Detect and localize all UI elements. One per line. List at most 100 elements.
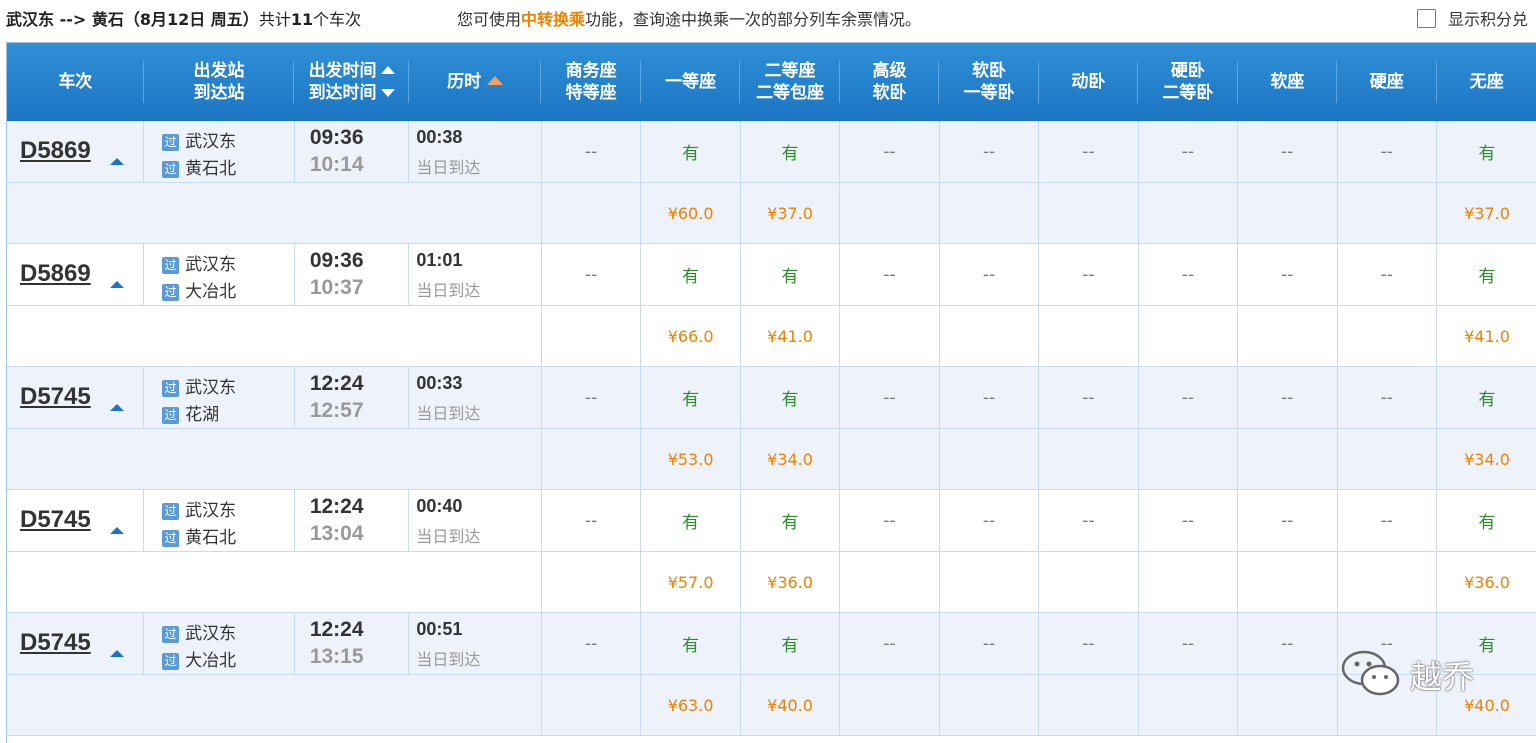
from-station: 过武汉东	[162, 127, 236, 152]
seat-no-seat-price: ¥36.0	[1437, 552, 1536, 613]
stops-toggle-icon[interactable]	[110, 158, 124, 165]
train-number-link[interactable]: D5745	[20, 629, 91, 657]
train-row[interactable]: D5745过武汉东过花湖12:2412:5700:33当日到达--有有-----…	[7, 367, 1536, 429]
arrive-time: 12:57	[310, 399, 364, 423]
seat-second-price: ¥41.0	[740, 306, 839, 367]
col-duration[interactable]: 历时	[409, 43, 542, 121]
sort-duration-icon[interactable]	[487, 76, 503, 85]
seat-second-availability[interactable]: 有	[740, 244, 839, 306]
depart-time: 09:36	[310, 126, 364, 150]
col-business-b: 特等座	[541, 82, 640, 104]
seat-second-availability[interactable]: 有	[740, 121, 839, 183]
col-times[interactable]: 出发时间到达时间	[294, 43, 409, 121]
seat-moving-sleeper-price	[1039, 429, 1138, 490]
watermark-text: 越乔	[1410, 652, 1474, 698]
seat-first-availability[interactable]: 有	[641, 367, 740, 429]
col-soft-seat: 软座	[1238, 43, 1337, 121]
seat-moving-sleeper-availability: --	[1039, 490, 1138, 552]
seat-no-seat-availability[interactable]: 有	[1437, 121, 1536, 183]
watermark: 越乔	[1338, 646, 1488, 700]
seat-no-seat-availability[interactable]: 有	[1437, 490, 1536, 552]
transfer-link[interactable]: 中转换乘	[521, 10, 585, 29]
price-row: ¥57.0¥36.0¥36.0	[7, 552, 1536, 613]
to-station-name: 花湖	[185, 405, 219, 425]
seat-second-availability[interactable]: 有	[740, 613, 839, 675]
seat-moving-sleeper-price	[1039, 552, 1138, 613]
train-number-link[interactable]: D5745	[20, 506, 91, 534]
times-cell: 09:3610:14	[294, 121, 409, 183]
stations-cell: 过武汉东过花湖	[144, 367, 295, 429]
seat-hard-sleeper-price	[1138, 675, 1237, 736]
seat-soft-seat-availability: --	[1238, 244, 1337, 306]
train-row[interactable]: D5869过武汉东过大冶北09:3610:3701:01当日到达--有有----…	[7, 244, 1536, 306]
seat-second-availability[interactable]: 有	[740, 490, 839, 552]
col-hard-seat: 硬座	[1337, 43, 1436, 121]
seat-soft-seat-price	[1238, 675, 1337, 736]
seat-soft-seat-availability: --	[1238, 121, 1337, 183]
seat-no-seat-price: ¥41.0	[1437, 306, 1536, 367]
train-cell[interactable]: D5745	[7, 613, 144, 675]
seat-deluxe-price	[840, 675, 939, 736]
seat-no-seat-availability[interactable]: 有	[1437, 367, 1536, 429]
sort-down-icon[interactable]	[381, 89, 395, 97]
col-hard-sleeper: 硬卧二等卧	[1138, 43, 1237, 121]
col-depart-label[interactable]: 出发时间	[309, 61, 377, 81]
pass-tag-icon: 过	[162, 380, 179, 397]
duration-value: 01:01	[416, 250, 462, 271]
seat-first-availability[interactable]: 有	[641, 244, 740, 306]
table-header-row: 车次 出发站到达站 出发时间到达时间 历时 商务座特等座 一等座 二等座二等包座…	[7, 43, 1536, 121]
train-results-table: 车次 出发站到达站 出发时间到达时间 历时 商务座特等座 一等座 二等座二等包座…	[6, 42, 1536, 743]
sort-up-icon[interactable]	[381, 66, 395, 74]
seat-soft-seat-price	[1238, 429, 1337, 490]
arrival-day: 当日到达	[416, 523, 480, 547]
seat-soft-sleeper-availability: --	[939, 613, 1038, 675]
seat-first-availability[interactable]: 有	[641, 490, 740, 552]
col-from-label: 出发站	[144, 60, 295, 82]
seat-soft-seat-availability: --	[1238, 367, 1337, 429]
seat-soft-sleeper-price	[939, 306, 1038, 367]
from-station: 过武汉东	[162, 496, 236, 521]
col-deluxe-b: 软卧	[840, 82, 939, 104]
col-soft-sleeper-a: 软卧	[939, 60, 1038, 82]
col-duration-label[interactable]: 历时	[447, 72, 481, 92]
depart-time: 12:24	[310, 372, 364, 396]
train-row[interactable]: D5745过武汉东过黄石北12:2413:0400:40当日到达--有有----…	[7, 490, 1536, 552]
seat-hard-sleeper-price	[1138, 552, 1237, 613]
train-number-link[interactable]: D5869	[20, 137, 91, 165]
seat-soft-sleeper-price	[939, 675, 1038, 736]
train-row[interactable]: D5745过武汉东过大冶北12:2413:1500:51当日到达--有有----…	[7, 613, 1536, 675]
seat-first-availability[interactable]: 有	[641, 613, 740, 675]
stops-toggle-icon[interactable]	[110, 527, 124, 534]
seat-no-seat-availability[interactable]: 有	[1437, 244, 1536, 306]
pass-tag-icon: 过	[162, 257, 179, 274]
points-checkbox[interactable]	[1417, 9, 1436, 28]
train-number-link[interactable]: D5869	[20, 260, 91, 288]
train-cell[interactable]: D5869	[7, 121, 144, 183]
train-cell[interactable]: D5745	[7, 367, 144, 429]
train-cell[interactable]: D5745	[7, 490, 144, 552]
pass-tag-icon: 过	[162, 134, 179, 151]
show-points-toggle[interactable]: 显示积分兑	[1417, 6, 1528, 30]
train-row[interactable]: D5869过武汉东过黄石北09:3610:1400:38当日到达--有有----…	[7, 121, 1536, 183]
price-row-spacer	[7, 675, 541, 736]
transfer-tip: 您可使用中转换乘功能，查询途中换乘一次的部分列车余票情况。	[457, 6, 921, 30]
route-summary: 武汉东 --> 黄石（8月12日 周五）共计11个车次	[6, 6, 361, 30]
from-station-name: 武汉东	[185, 624, 236, 644]
count-prefix: 共计	[259, 10, 291, 29]
seat-first-availability[interactable]: 有	[641, 121, 740, 183]
pass-tag-icon: 过	[162, 530, 179, 547]
stops-toggle-icon[interactable]	[110, 650, 124, 657]
seat-second-availability[interactable]: 有	[740, 367, 839, 429]
train-number-link[interactable]: D5745	[20, 383, 91, 411]
arrival-day: 当日到达	[416, 154, 480, 178]
col-arrive-label[interactable]: 到达时间	[309, 83, 377, 103]
pass-tag-icon: 过	[162, 626, 179, 643]
stops-toggle-icon[interactable]	[110, 404, 124, 411]
duration-cell: 00:40当日到达	[409, 490, 542, 552]
stops-toggle-icon[interactable]	[110, 281, 124, 288]
seat-hard-sleeper-price	[1138, 183, 1237, 244]
stations-cell: 过武汉东过黄石北	[144, 490, 295, 552]
col-second-a: 二等座	[740, 60, 839, 82]
pass-tag-icon: 过	[162, 284, 179, 301]
train-cell[interactable]: D5869	[7, 244, 144, 306]
